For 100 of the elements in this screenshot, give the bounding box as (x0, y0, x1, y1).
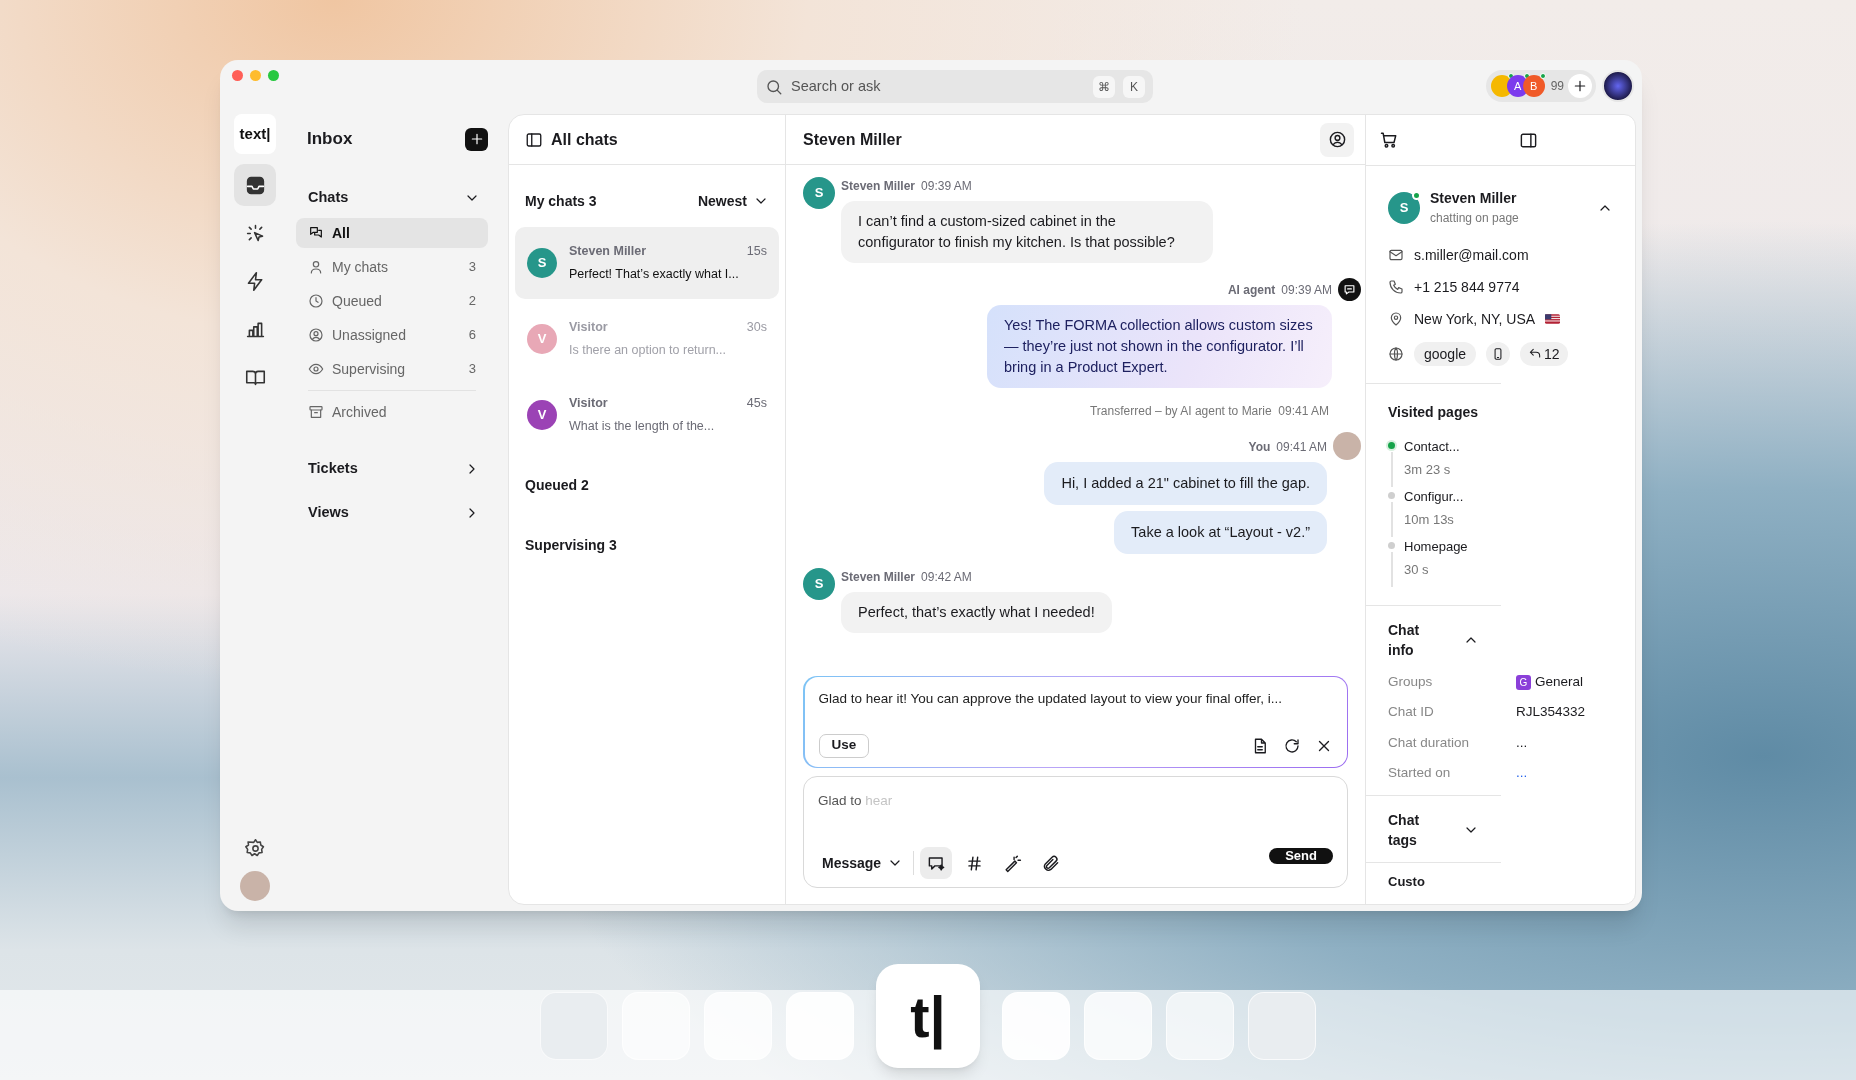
keyboard-key: ⌘ (1093, 75, 1115, 98)
info-value: General (1535, 673, 1584, 691)
dock-app-icon[interactable]: t| (876, 964, 980, 1068)
app-logo: text| (234, 114, 276, 154)
conversation-title: Steven Miller (803, 129, 903, 150)
ai-reply-button[interactable] (920, 847, 953, 879)
user-circle-icon (308, 327, 324, 343)
message-input[interactable]: Glad to hear (818, 791, 1333, 847)
customer-name: Steven Miller (1430, 189, 1518, 208)
avatar: S (803, 568, 835, 600)
message-bubble: Take a look at “Layout - v2.” (1114, 511, 1327, 554)
rail-button[interactable] (234, 164, 276, 206)
customer-profile-button[interactable] (1320, 122, 1354, 157)
list-title: All chats (551, 129, 618, 150)
page-title: Configur... (1404, 488, 1464, 506)
chat-bubbles-icon (308, 225, 324, 241)
search-placeholder: Search or ask (791, 76, 882, 96)
info-label: Started on (1388, 763, 1452, 782)
plus-icon (1572, 78, 1588, 94)
search-icon (765, 77, 783, 96)
message-type-dropdown[interactable]: Message (818, 847, 908, 879)
group-title: Supervising 3 (525, 535, 617, 555)
refresh-icon[interactable] (1282, 736, 1301, 755)
chat-time: 45s (746, 395, 767, 413)
contact-name: Steven Miller (569, 243, 647, 261)
send-button[interactable]: Send (1269, 848, 1333, 864)
item-count: 3 (468, 258, 476, 277)
user-circle-icon (1327, 130, 1347, 149)
section-header[interactable]: Views (296, 495, 488, 531)
chat-time: 30s (746, 319, 767, 337)
message-time: 09:41 AM (1276, 439, 1327, 456)
info-label: Chat ID (1388, 703, 1435, 722)
message-preview: Perfect! That’s exactly what I... (569, 266, 740, 283)
add-button[interactable] (1568, 74, 1592, 98)
item-count: 2 (468, 292, 476, 311)
sidebar-toggle-icon[interactable] (525, 130, 543, 149)
suggestion-text: Glad to hear it! You can approve the updated layout to view your final offer, i... (818, 690, 1284, 709)
person-icon (308, 259, 324, 275)
nav-item[interactable]: Unassigned 6 (296, 320, 488, 350)
flag-icon (1545, 314, 1561, 324)
settings-icon (244, 837, 266, 859)
message-author: You (1248, 439, 1271, 456)
nav-item[interactable]: Supervising 3 (296, 354, 488, 384)
section-header[interactable]: Tickets (296, 451, 488, 487)
avatar: V (527, 324, 557, 354)
phone-icon (1388, 279, 1404, 295)
message-author: Steven Miller (841, 569, 916, 586)
info-link[interactable]: ... (1516, 762, 1528, 783)
avatar: S (527, 248, 557, 278)
message-author: Steven Miller (841, 178, 916, 195)
message-bubble: Yes! The FORMA collection allows custom sizes — they’re just not shown in the configurator. I’ll bring in a Product Expert. (987, 305, 1332, 388)
customer-email: s.miller@mail.com (1414, 245, 1529, 265)
avatar-placeholder (1333, 432, 1361, 460)
group-title: My chats 3 (525, 191, 597, 211)
nav-item[interactable]: All (296, 218, 488, 248)
chat-item[interactable]: S Steven Miller 15s Perfect! That’s exactly what I... (515, 227, 779, 299)
return-arrow-icon (1528, 347, 1543, 361)
archive-icon (308, 404, 324, 420)
section-header[interactable]: Chat info (1388, 620, 1479, 660)
transfer-notice: Transferred – by AI agent to Marie 09:41 AM (1090, 403, 1329, 420)
cart-icon[interactable] (1379, 130, 1399, 150)
globe-icon (1388, 346, 1404, 362)
sidebar-panel-icon[interactable] (1519, 130, 1538, 150)
profile-orb[interactable] (1602, 70, 1634, 102)
nav-item[interactable]: My chats 3 (296, 252, 488, 282)
inbox-icon (244, 174, 266, 196)
eye-icon (308, 361, 324, 377)
message-preview: What is the length of the... (569, 418, 716, 435)
section-header[interactable]: Chats (296, 180, 488, 216)
nav-item[interactable]: Queued 2 (296, 286, 488, 316)
item-count: 6 (468, 326, 476, 345)
returning-visits-tag: 12 (1520, 342, 1568, 366)
agents-group[interactable]: A B 99 (1485, 70, 1596, 102)
sort-dropdown[interactable]: Newest (697, 190, 769, 212)
contact-name: Visitor (569, 319, 608, 337)
inbox-title: Inbox (307, 128, 353, 151)
avatar: S (1388, 191, 1420, 224)
section-title: Custo (1388, 874, 1425, 889)
section-header[interactable]: Chat tags (1388, 810, 1479, 850)
info-value: ... (1516, 733, 1528, 752)
item-count: 3 (468, 360, 476, 379)
agents-count: 99 (1550, 78, 1564, 95)
nav-item[interactable]: Archived (296, 397, 488, 427)
close-window-button[interactable] (232, 70, 243, 81)
group-badge: G (1516, 674, 1531, 690)
page-duration: 3m 23 s (1404, 460, 1452, 479)
chat-item[interactable]: V Visitor 45s What is the length of the... (515, 379, 779, 451)
info-label: Chat duration (1388, 733, 1471, 752)
search-field[interactable]: Search or ask ⌘ K (757, 70, 1153, 103)
message-author: AI agent (1227, 282, 1276, 299)
section-title: Visited pages (1388, 403, 1479, 422)
customer-phone: +1 215 844 9774 (1414, 277, 1520, 297)
new-chat-button[interactable] (465, 127, 488, 151)
traffic-source-tag: google (1414, 342, 1477, 366)
use-button[interactable]: Use (818, 733, 870, 758)
avatar: S (803, 177, 835, 209)
customer-location: New York, NY, USA (1414, 309, 1536, 329)
location-pin-icon (1388, 311, 1404, 327)
message-preview: Is there an option to return... (569, 342, 728, 359)
message-time: 09:39 AM (921, 178, 972, 195)
